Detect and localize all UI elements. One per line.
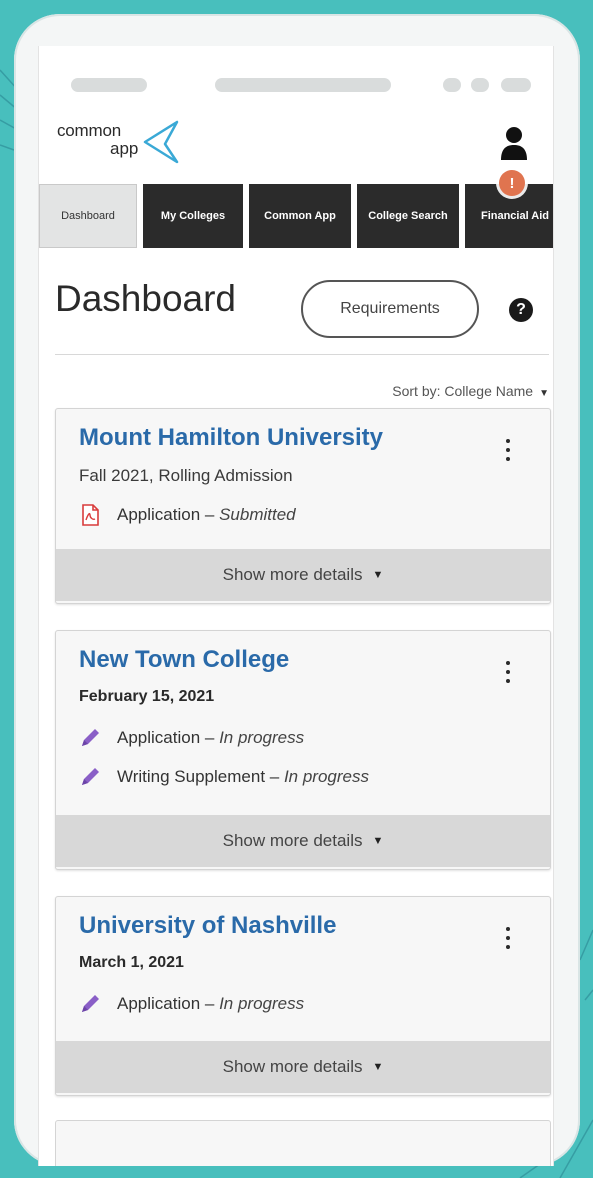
requirement-status: Submitted bbox=[219, 505, 296, 524]
page-title: Dashboard bbox=[55, 278, 237, 319]
status-placeholder bbox=[443, 78, 461, 92]
tab-college-search[interactable]: College Search bbox=[357, 184, 459, 248]
separator: – bbox=[265, 767, 284, 786]
college-deadline: February 15, 2021 bbox=[79, 688, 215, 705]
requirement-item[interactable]: Writing Supplement – In progress bbox=[79, 766, 369, 788]
requirement-item[interactable]: Application – In progress bbox=[79, 727, 304, 749]
help-icon[interactable]: ? bbox=[509, 298, 533, 322]
more-options-icon[interactable] bbox=[504, 439, 512, 465]
college-name[interactable]: New Town College bbox=[79, 646, 289, 674]
app-screen: common app Dashboard My Colleges Common … bbox=[38, 46, 554, 1166]
status-placeholder bbox=[71, 78, 147, 92]
details-label: Show more details bbox=[222, 831, 363, 850]
college-card bbox=[55, 1120, 551, 1166]
college-card: University of Nashville March 1, 2021 Ap… bbox=[55, 896, 551, 1096]
college-name[interactable]: Mount Hamilton University bbox=[79, 424, 383, 452]
chevron-down-icon: ▼ bbox=[539, 388, 549, 399]
pencil-icon bbox=[82, 729, 99, 746]
tab-my-colleges[interactable]: My Colleges bbox=[143, 184, 243, 248]
requirement-status: In progress bbox=[283, 767, 369, 786]
common-app-logo[interactable]: common app bbox=[57, 118, 197, 170]
requirement-label: Application bbox=[117, 994, 201, 1013]
separator: – bbox=[200, 505, 220, 524]
separator: – bbox=[200, 728, 220, 747]
details-label: Show more details bbox=[222, 1057, 363, 1076]
requirement-label: Application bbox=[117, 505, 201, 524]
requirement-label: Writing Supplement bbox=[117, 767, 266, 786]
pencil-icon bbox=[82, 995, 99, 1012]
requirement-status: In progress bbox=[219, 728, 305, 747]
requirement-status: In progress bbox=[219, 994, 305, 1013]
user-profile-icon[interactable] bbox=[499, 126, 529, 160]
show-more-details-button[interactable]: Show more details ▼ bbox=[56, 549, 550, 601]
notification-alert-icon[interactable]: ! bbox=[499, 170, 525, 196]
college-card: Mount Hamilton University Fall 2021, Rol… bbox=[55, 408, 551, 604]
separator: – bbox=[200, 994, 220, 1013]
more-options-icon[interactable] bbox=[504, 661, 512, 687]
logo-mark-icon bbox=[143, 120, 179, 164]
more-options-icon[interactable] bbox=[504, 927, 512, 953]
header-divider bbox=[55, 354, 549, 355]
college-name[interactable]: University of Nashville bbox=[79, 912, 336, 940]
pencil-icon bbox=[82, 768, 99, 785]
logo-text-common: common bbox=[57, 121, 121, 140]
show-more-details-button[interactable]: Show more details ▼ bbox=[56, 815, 550, 867]
chevron-down-icon: ▼ bbox=[372, 1061, 384, 1073]
college-card: New Town College February 15, 2021 Appli… bbox=[55, 630, 551, 870]
show-more-details-button[interactable]: Show more details ▼ bbox=[56, 1041, 550, 1093]
pdf-icon bbox=[82, 504, 99, 526]
chevron-down-icon: ▼ bbox=[372, 835, 384, 847]
status-placeholder bbox=[215, 78, 391, 92]
status-bar bbox=[39, 46, 553, 96]
details-label: Show more details bbox=[222, 565, 363, 584]
requirement-item[interactable]: Application – Submitted bbox=[79, 504, 296, 526]
requirement-label: Application bbox=[117, 728, 201, 747]
sort-dropdown[interactable]: Sort by: College Name ▼ bbox=[359, 383, 549, 399]
status-placeholder bbox=[501, 78, 531, 92]
requirement-item[interactable]: Application – In progress bbox=[79, 993, 304, 1015]
tab-common-app[interactable]: Common App bbox=[249, 184, 351, 248]
chevron-down-icon: ▼ bbox=[372, 569, 384, 581]
main-nav-tabs: Dashboard My Colleges Common App College… bbox=[39, 184, 553, 248]
requirements-button[interactable]: Requirements bbox=[301, 280, 479, 338]
college-deadline: March 1, 2021 bbox=[79, 954, 184, 971]
tab-dashboard[interactable]: Dashboard bbox=[39, 184, 137, 248]
college-deadline: Fall 2021, Rolling Admission bbox=[79, 466, 293, 485]
status-placeholder bbox=[471, 78, 489, 92]
logo-text-app: app bbox=[110, 139, 139, 158]
sort-label: Sort by: College Name bbox=[392, 383, 534, 399]
